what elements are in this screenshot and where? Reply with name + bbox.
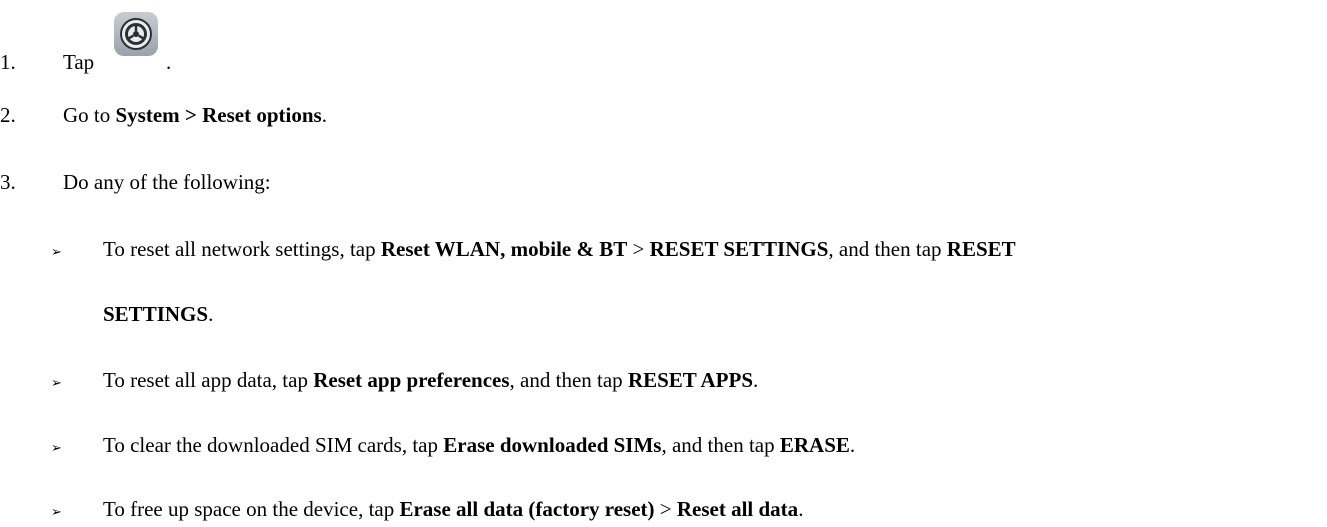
step-text: Tap — [63, 50, 95, 74]
step-number: 2. — [0, 103, 16, 127]
step-text: Go to System > Reset options. — [63, 103, 327, 127]
bullet-text: To reset all network settings, tap Reset… — [103, 237, 1016, 261]
step-text: Do any of the following: — [63, 170, 271, 194]
bullet-text: To clear the downloaded SIM cards, tap E… — [103, 433, 856, 457]
bullet-arrow-icon: ➢ — [51, 504, 62, 519]
step-number: 1. — [0, 50, 16, 74]
step-number: 3. — [0, 170, 16, 194]
bullet-text: SETTINGS. — [103, 302, 214, 326]
bullet-arrow-icon: ➢ — [51, 244, 62, 259]
bullet-text: To free up space on the device, tap Eras… — [103, 497, 804, 521]
bullet-text: To reset all app data, tap Reset app pre… — [103, 368, 759, 392]
step-text-period: . — [166, 50, 172, 74]
settings-gear-icon — [110, 12, 158, 56]
bullet-arrow-icon: ➢ — [51, 375, 62, 390]
bullet-arrow-icon: ➢ — [51, 440, 62, 455]
menu-path: System > Reset options — [115, 103, 322, 127]
